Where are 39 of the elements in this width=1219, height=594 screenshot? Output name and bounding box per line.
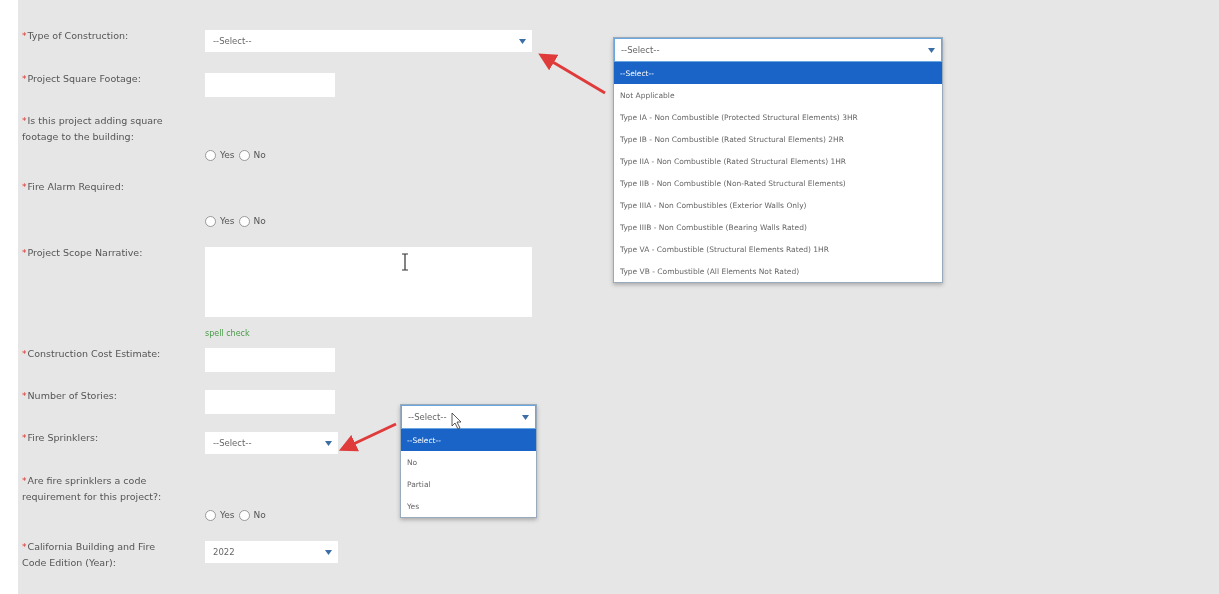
caret-icon bbox=[325, 440, 332, 446]
radio-button[interactable] bbox=[205, 509, 216, 521]
field-label: *Are fire sprinklers a code requirement for this project?: bbox=[21, 474, 163, 504]
caret-icon bbox=[928, 47, 935, 53]
radio-button[interactable] bbox=[238, 215, 250, 227]
radio-button[interactable] bbox=[205, 149, 216, 161]
field-label: *Type of Construction: bbox=[21, 29, 130, 43]
field-label: *Construction Cost Estimate: bbox=[21, 347, 162, 361]
radio-label: No bbox=[253, 216, 266, 226]
input-field[interactable] bbox=[205, 73, 335, 97]
select-field[interactable]: 2022 bbox=[205, 541, 338, 563]
field-label: *Fire Sprinklers: bbox=[21, 431, 100, 445]
field-label: *California Building and Fire Code Edition (Year): bbox=[21, 540, 157, 570]
radio-button[interactable] bbox=[238, 149, 250, 161]
select-field[interactable]: --Select-- bbox=[401, 405, 536, 429]
input-field[interactable] bbox=[205, 348, 335, 372]
field-label: *Is this project adding square footage to the building: bbox=[21, 114, 164, 144]
radio-label: No bbox=[253, 510, 266, 520]
caret-icon bbox=[519, 38, 526, 44]
caret-icon bbox=[522, 414, 529, 420]
select-field[interactable]: --Select-- bbox=[205, 30, 532, 52]
radio-button[interactable] bbox=[205, 215, 216, 227]
field-label: *Number of Stories: bbox=[21, 389, 118, 403]
radio-label: No bbox=[253, 150, 266, 160]
text-cursor-icon bbox=[401, 253, 409, 271]
field-label: *Project Scope Narrative: bbox=[21, 246, 144, 260]
arrow-icon bbox=[538, 53, 606, 95]
radio-label: Yes bbox=[220, 510, 235, 520]
arrow-icon bbox=[338, 422, 397, 452]
radio-button[interactable] bbox=[238, 509, 250, 521]
field-label: *Project Square Footage: bbox=[21, 72, 142, 86]
field-label: *Fire Alarm Required: bbox=[21, 180, 125, 194]
select-field[interactable]: --Select-- bbox=[614, 38, 942, 62]
radio-label: Yes bbox=[220, 216, 235, 226]
input-field[interactable] bbox=[205, 390, 335, 414]
radio-label: Yes bbox=[220, 150, 235, 160]
select-field[interactable]: --Select-- bbox=[205, 432, 338, 454]
caret-icon bbox=[325, 549, 332, 555]
pointer-cursor-icon bbox=[451, 412, 462, 430]
